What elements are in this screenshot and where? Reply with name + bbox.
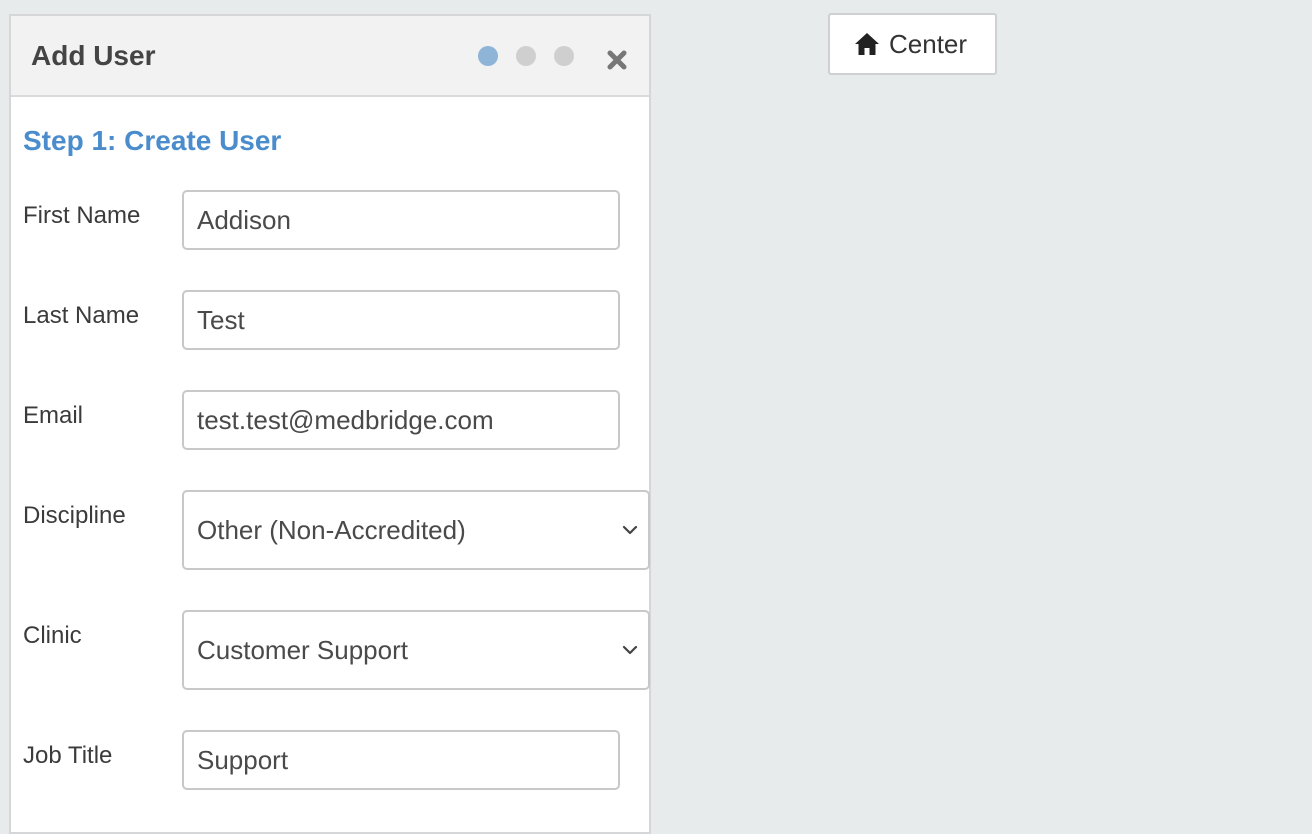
add-user-dialog: Add User Step 1: Create User First Name … (9, 14, 651, 834)
chevron-down-icon (622, 645, 638, 655)
last-name-label: Last Name (23, 302, 140, 329)
first-name-label: First Name (23, 202, 141, 229)
step-dot-2 (516, 46, 536, 66)
dialog-header: Add User (11, 16, 649, 97)
discipline-label: Discipline (23, 502, 126, 529)
center-button[interactable]: Center (828, 13, 997, 75)
step-dot-3 (554, 46, 574, 66)
chevron-down-icon (622, 525, 638, 535)
center-button-label: Center (889, 29, 968, 59)
discipline-select[interactable]: Other (Non-Accredited) (182, 490, 650, 570)
clinic-selected-value: Customer Support (197, 635, 408, 665)
first-name-input[interactable] (182, 190, 620, 250)
email-input[interactable] (182, 390, 620, 450)
home-icon (855, 33, 879, 55)
step-indicator (478, 46, 574, 66)
close-icon[interactable] (605, 48, 629, 72)
job-title-label: Job Title (23, 742, 113, 769)
dialog-title: Add User (31, 40, 156, 71)
clinic-select[interactable]: Customer Support (182, 610, 650, 690)
step-title: Step 1: Create User (23, 125, 282, 156)
last-name-input[interactable] (182, 290, 620, 350)
job-title-input[interactable] (182, 730, 620, 790)
step-dot-1 (478, 46, 498, 66)
clinic-label: Clinic (23, 622, 82, 649)
discipline-selected-value: Other (Non-Accredited) (197, 515, 466, 545)
email-label: Email (23, 402, 84, 429)
